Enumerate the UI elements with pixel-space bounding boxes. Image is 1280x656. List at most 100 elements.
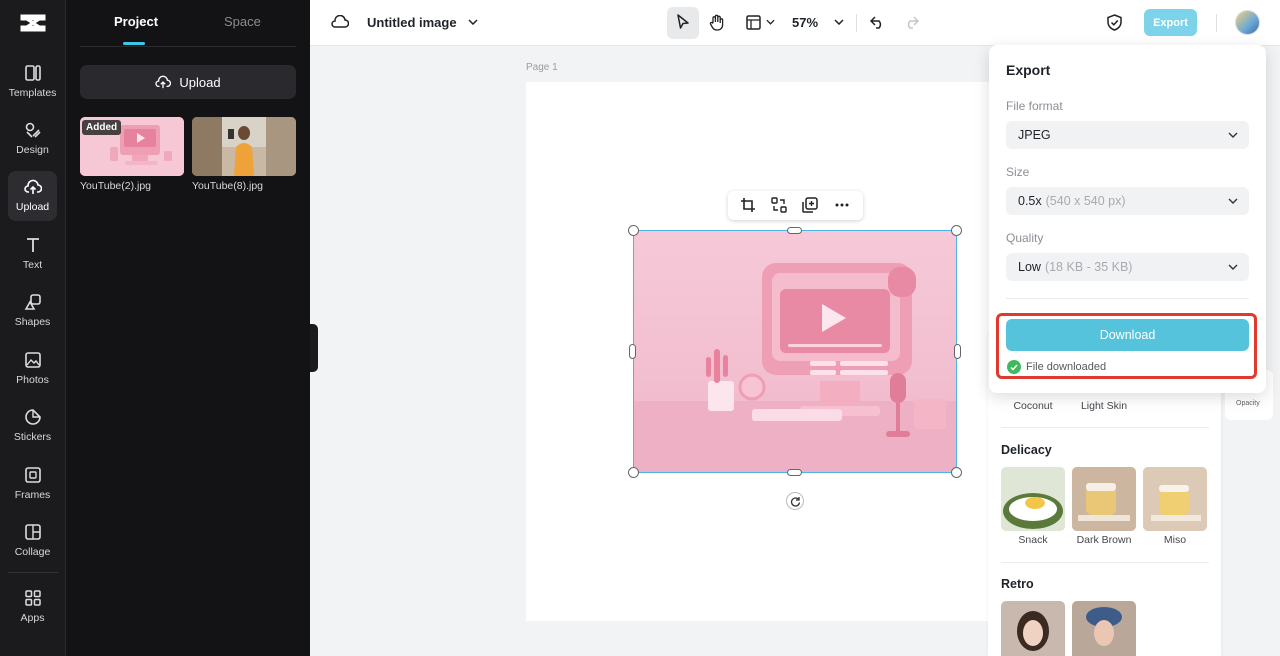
file-thumbnail[interactable] [192, 117, 296, 176]
upload-cloud-icon [23, 179, 42, 194]
chevron-down-icon[interactable] [759, 11, 781, 33]
active-tab-indicator [123, 42, 145, 45]
avatar[interactable] [1235, 10, 1260, 35]
rail-label: Collage [14, 546, 51, 558]
chevron-down-icon [1228, 198, 1238, 204]
shapes-icon [24, 294, 41, 310]
rail-photos[interactable]: Photos [8, 344, 57, 394]
collage-icon [24, 524, 41, 540]
templates-icon [24, 65, 41, 81]
redo-icon[interactable] [900, 11, 922, 33]
upload-button-label: Upload [179, 74, 221, 90]
duplicate-icon[interactable] [802, 197, 818, 213]
section-title: Retro [1001, 577, 1034, 591]
rail-apps[interactable]: Apps [8, 582, 57, 632]
text-icon [26, 238, 39, 252]
rail-label: Frames [14, 489, 51, 501]
section-title: Delicacy [1001, 443, 1052, 457]
more-options-icon[interactable] [834, 197, 850, 213]
chevron-down-icon [1228, 264, 1238, 270]
rail-collage[interactable]: Collage [8, 516, 57, 566]
rail-label: Design [16, 144, 49, 156]
file-format-label: File format [1006, 99, 1063, 113]
chevron-down-icon[interactable] [462, 11, 484, 33]
filter-thumb-dark-brown[interactable] [1072, 467, 1136, 531]
filter-thumb-retro-1[interactable] [1001, 601, 1065, 656]
resize-handle-nw[interactable] [628, 225, 639, 236]
rail-design[interactable]: Design [8, 114, 57, 164]
filter-label: Light Skin [1080, 400, 1128, 412]
resize-handle-ne[interactable] [951, 225, 962, 236]
cloud-save-icon[interactable] [329, 11, 351, 33]
opacity-label[interactable]: Opacity [1236, 400, 1260, 407]
document-title[interactable]: Untitled image [367, 15, 457, 30]
resize-handle-n[interactable] [787, 227, 802, 234]
design-icon [25, 122, 41, 138]
tab-space[interactable]: Space [224, 14, 261, 29]
top-bar: Untitled image 57% Export [310, 0, 1280, 46]
chevron-down-icon[interactable] [828, 11, 850, 33]
undo-icon[interactable] [866, 11, 888, 33]
resize-handle-sw[interactable] [628, 467, 639, 478]
file-name: YouTube(8).jpg [192, 180, 264, 192]
rail-label: Photos [16, 374, 49, 386]
capcut-logo-icon[interactable] [19, 10, 47, 36]
page-label: Page 1 [526, 62, 558, 73]
project-panel: Project Space Upload Added YouTube(2).jp… [66, 0, 310, 656]
crop-icon[interactable] [740, 197, 756, 213]
rail-label: Templates [8, 87, 57, 99]
chevron-down-icon [1228, 132, 1238, 138]
file-format-select[interactable]: JPEG [1006, 121, 1249, 149]
shield-check-icon[interactable] [1103, 11, 1125, 33]
filter-thumb-miso[interactable] [1143, 467, 1207, 531]
rail-text[interactable]: Text [8, 229, 57, 279]
toolbar-divider [856, 14, 857, 32]
resize-handle-w[interactable] [629, 344, 636, 359]
apps-icon [24, 590, 41, 606]
rail-stickers[interactable]: Stickers [8, 401, 57, 451]
file-format-value: JPEG [1018, 128, 1051, 142]
rail-label: Upload [15, 201, 50, 213]
monitor-illustration [634, 263, 956, 472]
youtube-street-thumbnail [192, 117, 296, 176]
upload-cloud-icon [155, 75, 172, 89]
quality-label: Quality [1006, 231, 1044, 245]
file-thumbnail[interactable]: Added [80, 117, 184, 176]
photos-icon [24, 352, 41, 368]
rail-label: Stickers [13, 431, 52, 443]
filter-label: Snack [1018, 534, 1048, 546]
rail-shapes[interactable]: Shapes [8, 286, 57, 336]
export-button[interactable]: Export [1144, 9, 1197, 36]
zoom-level[interactable]: 57% [792, 15, 818, 30]
rotate-handle[interactable] [786, 492, 804, 510]
tab-divider [80, 46, 296, 47]
tab-project[interactable]: Project [114, 14, 158, 29]
rail-upload[interactable]: Upload [8, 171, 57, 221]
image-context-toolbar [728, 191, 863, 220]
rail-divider [8, 572, 58, 573]
resize-handle-s[interactable] [787, 469, 802, 476]
file-name: YouTube(2).jpg [80, 180, 152, 192]
rotate-icon [790, 496, 800, 507]
size-detail: (540 x 540 px) [1045, 194, 1126, 208]
filter-thumb-snack[interactable] [1001, 467, 1065, 531]
filter-thumb-retro-2[interactable] [1072, 601, 1136, 656]
replace-image-icon[interactable] [771, 197, 787, 213]
panel-collapse-handle[interactable] [310, 324, 318, 372]
rail-label: Apps [20, 612, 45, 624]
rail-templates[interactable]: Templates [8, 57, 57, 107]
size-select[interactable]: 0.5x (540 x 540 px) [1006, 187, 1249, 215]
upload-button[interactable]: Upload [80, 65, 296, 99]
select-pointer-icon[interactable] [672, 11, 694, 33]
resize-handle-e[interactable] [954, 344, 961, 359]
quality-select[interactable]: Low (18 KB - 35 KB) [1006, 253, 1249, 281]
rail-frames[interactable]: Frames [8, 459, 57, 509]
stickers-icon [24, 409, 41, 425]
quality-value: Low [1018, 260, 1041, 274]
toolbar-divider [1216, 14, 1217, 32]
selected-image[interactable] [633, 230, 957, 473]
resize-handle-se[interactable] [951, 467, 962, 478]
hand-pan-icon[interactable] [706, 11, 728, 33]
size-value: 0.5x [1018, 194, 1042, 208]
quality-detail: (18 KB - 35 KB) [1044, 260, 1133, 274]
